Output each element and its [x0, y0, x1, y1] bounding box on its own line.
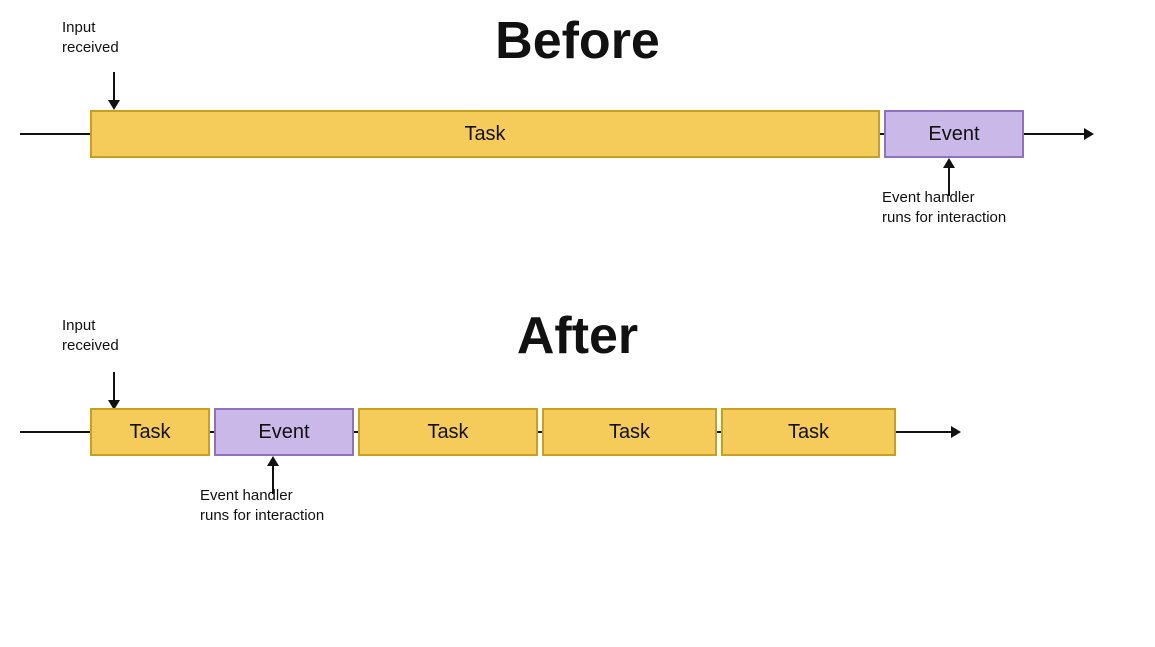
before-timeline: Task Event [20, 110, 1135, 158]
after-arrow-right [951, 426, 961, 438]
before-line-right [1024, 133, 1084, 135]
main-container: Before Input received Task Event [0, 0, 1155, 647]
after-event-box: Event [214, 408, 354, 456]
before-input-label: Input received [62, 18, 119, 57]
before-title: Before [495, 12, 660, 70]
after-task-box-4: Task [721, 408, 896, 456]
after-timeline: Task Event Task Task Task [20, 408, 1135, 456]
after-section: After Input received Task Event [0, 300, 1155, 610]
after-input-label: Input received [62, 316, 119, 355]
after-event-handler-label: Event handler runs for interaction [200, 486, 324, 525]
before-input-arrow [108, 72, 120, 110]
after-input-arrow [108, 372, 120, 410]
after-title: After [517, 307, 638, 365]
after-task-box-3: Task [542, 408, 717, 456]
before-line-left [20, 133, 90, 135]
after-line-left [20, 431, 90, 433]
before-task-box: Task [90, 110, 880, 158]
after-task-box-2: Task [358, 408, 538, 456]
after-task-box-1: Task [90, 408, 210, 456]
before-event-box: Event [884, 110, 1024, 158]
before-event-handler-label: Event handler runs for interaction [882, 188, 1006, 227]
after-line-right [896, 431, 951, 433]
before-section: Before Input received Task Event [0, 10, 1155, 300]
before-arrow-right [1084, 128, 1094, 140]
